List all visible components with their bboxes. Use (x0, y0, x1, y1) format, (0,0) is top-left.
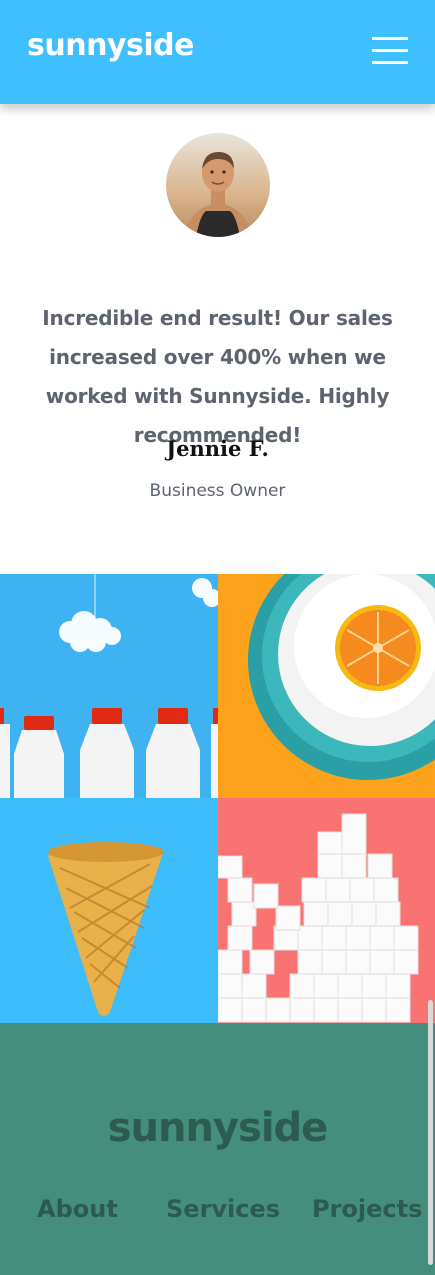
milk-bottles-image (0, 574, 218, 798)
header-logo[interactable]: sunnyside (27, 28, 194, 63)
testimonial-author-name: Jennie F. (166, 436, 269, 461)
ice-cream-cone-image (0, 798, 218, 1023)
menu-bar (372, 61, 408, 64)
footer-link-about[interactable]: About (37, 1195, 118, 1223)
testimonial-author-role: Business Owner (149, 481, 286, 501)
footer-logo[interactable]: sunnyside (0, 1105, 435, 1151)
menu-bar (372, 49, 408, 52)
scrollbar[interactable] (428, 1000, 433, 1265)
footer-nav: About Services Projects (0, 1195, 435, 1235)
testimonial-quote: Incredible end result! Our sales increas… (42, 306, 393, 447)
site-footer: sunnyside About Services Projects (0, 1023, 435, 1275)
sugar-cubes-image (218, 798, 435, 1023)
orange-on-plate-image (218, 574, 435, 798)
footer-link-projects[interactable]: Projects (312, 1195, 422, 1223)
site-header: sunnyside (0, 0, 435, 104)
avatar (166, 133, 270, 237)
hamburger-menu-icon[interactable] (372, 37, 408, 65)
footer-link-services[interactable]: Services (166, 1195, 280, 1223)
menu-bar (372, 37, 408, 40)
